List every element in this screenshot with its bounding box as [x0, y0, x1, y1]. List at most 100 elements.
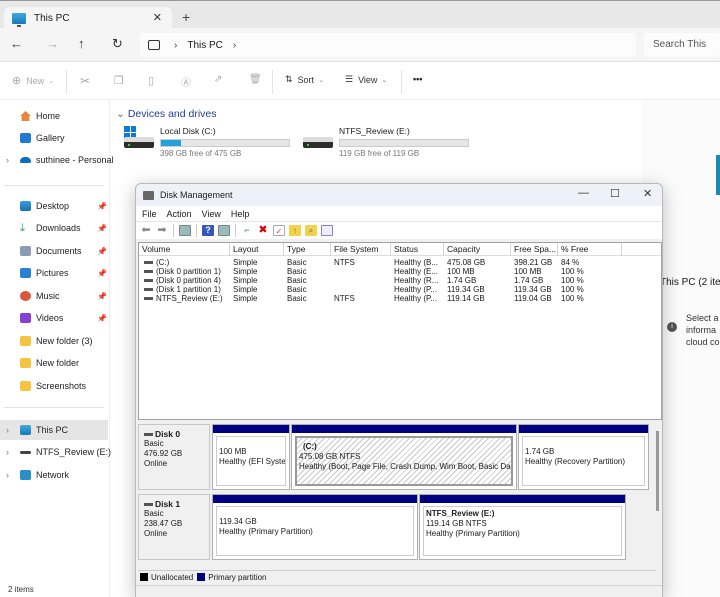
- open-icon[interactable]: ↑: [289, 225, 301, 236]
- share-icon[interactable]: ⇗: [214, 74, 222, 85]
- partition-type-bar: [420, 495, 625, 503]
- chevron-right-icon[interactable]: ›: [6, 155, 9, 165]
- sidebar-item-screenshots[interactable]: Screenshots: [0, 376, 108, 396]
- column-header-status[interactable]: Status: [391, 243, 444, 256]
- pin-icon[interactable]: 📌: [97, 314, 107, 323]
- partition-size: 100 MB: [219, 447, 247, 456]
- chevron-right-icon[interactable]: ›: [6, 447, 9, 457]
- back-arrow-icon[interactable]: ⬅: [140, 225, 152, 236]
- connect-icon[interactable]: ⌐: [241, 225, 253, 236]
- section-devices-and-drives[interactable]: ⌄ Devices and drives: [116, 108, 217, 120]
- sidebar-item-ntfs-review[interactable]: › NTFS_Review (E:): [0, 442, 111, 462]
- pin-icon[interactable]: 📌: [97, 247, 107, 256]
- minimize-button[interactable]: —: [578, 187, 589, 199]
- close-button[interactable]: ✕: [643, 187, 652, 200]
- sidebar-item-music[interactable]: Music 📌: [0, 286, 108, 306]
- column-header-volume[interactable]: Volume: [139, 243, 230, 256]
- sidebar-item-new-folder[interactable]: New folder: [0, 353, 108, 373]
- rename-icon[interactable]: Ⓐ: [181, 74, 191, 89]
- menu-view[interactable]: View: [202, 209, 221, 219]
- sidebar-item-onedrive[interactable]: › suthinee - Personal: [0, 150, 114, 170]
- partition-recovery[interactable]: 1.74 GB Healthy (Recovery Partition): [518, 424, 649, 490]
- refresh-button[interactable]: ↻: [112, 36, 123, 52]
- new-tab-button[interactable]: +: [182, 9, 190, 25]
- pin-icon[interactable]: 📌: [97, 269, 107, 278]
- menu-action[interactable]: Action: [167, 209, 192, 219]
- chevron-right-icon[interactable]: ›: [233, 40, 236, 51]
- close-tab-icon[interactable]: ✕: [153, 11, 162, 24]
- view-button[interactable]: ☰ View ⌄: [345, 74, 387, 85]
- delete-icon[interactable]: 🗑: [249, 74, 262, 85]
- monitor-icon: [148, 40, 160, 50]
- sidebar-item-gallery[interactable]: Gallery: [0, 128, 108, 148]
- volume-row[interactable]: (C:) Simple Basic NTFS Healthy (B... 475.08 G…: [139, 258, 661, 267]
- disk-label[interactable]: Disk 0 Basic 476.92 GB Online: [138, 424, 210, 490]
- sidebar-item-home[interactable]: Home: [0, 106, 108, 126]
- sidebar-item-documents[interactable]: Documents 📌: [0, 241, 108, 261]
- volume-icon: [144, 270, 153, 274]
- sidebar-item-this-pc[interactable]: › This PC: [0, 420, 108, 440]
- list-view-icon[interactable]: [321, 225, 333, 236]
- copy-icon[interactable]: ❐: [114, 74, 124, 87]
- sidebar-item-videos[interactable]: Videos 📌: [0, 308, 108, 328]
- column-header-type[interactable]: Type: [284, 243, 331, 256]
- delete-icon[interactable]: ✖: [257, 225, 269, 236]
- sidebar-item-new-folder-3[interactable]: New folder (3): [0, 331, 108, 351]
- sidebar-item-pictures[interactable]: Pictures 📌: [0, 263, 108, 283]
- sort-button[interactable]: ⇅ Sort ⌄: [285, 74, 324, 85]
- maximize-button[interactable]: ☐: [610, 187, 620, 200]
- explore-icon[interactable]: ⌕: [305, 225, 317, 236]
- address-bar[interactable]: › This PC ›: [140, 33, 636, 57]
- drive-usage-bar: [339, 139, 469, 147]
- breadcrumb-this-pc[interactable]: This PC: [187, 40, 223, 51]
- sidebar-label: Screenshots: [36, 381, 87, 391]
- disk-label[interactable]: Disk 1 Basic 238.47 GB Online: [138, 494, 210, 560]
- menu-file[interactable]: File: [142, 209, 157, 219]
- pin-icon[interactable]: 📌: [97, 224, 107, 233]
- sidebar-item-network[interactable]: › Network: [0, 465, 108, 485]
- search-input[interactable]: Search This PC: [644, 33, 720, 74]
- pin-icon[interactable]: 📌: [97, 292, 107, 301]
- show-hide-console-tree-icon[interactable]: [179, 225, 191, 236]
- drive-ntfs-review-e[interactable]: NTFS_Review (E:) 119 GB free of 119 GB: [303, 125, 483, 165]
- new-button[interactable]: ⊕ New ⌄: [12, 74, 54, 87]
- cut-icon[interactable]: ✂: [80, 74, 90, 88]
- sidebar-item-desktop[interactable]: Desktop 📌: [0, 196, 108, 216]
- pin-icon[interactable]: 📌: [97, 202, 107, 211]
- tab-this-pc[interactable]: This PC ✕: [4, 7, 172, 29]
- menu-help[interactable]: Help: [231, 209, 250, 219]
- partition-efi[interactable]: 100 MB Healthy (EFI Syster: [212, 424, 290, 490]
- back-button[interactable]: ←: [10, 36, 23, 51]
- volume-row[interactable]: (Disk 1 partition 1) Simple Basic Healthy (…: [139, 285, 661, 294]
- properties-icon[interactable]: ✓: [273, 225, 285, 236]
- column-header-layout[interactable]: Layout: [230, 243, 284, 256]
- drive-local-disk-c[interactable]: Local Disk (C:) 398 GB free of 475 GB: [124, 125, 304, 165]
- more-options-button[interactable]: •••: [413, 74, 422, 84]
- column-header-capacity[interactable]: Capacity: [444, 243, 511, 256]
- partition-c[interactable]: (C:) 475.08 GB NTFS Healthy (Boot, Page …: [291, 424, 517, 490]
- vertical-scrollbar[interactable]: [656, 431, 659, 511]
- column-header-free-space[interactable]: Free Spa...: [511, 243, 558, 256]
- disk-name: Disk 1: [155, 499, 181, 509]
- partition-ntfs-review[interactable]: NTFS_Review (E:) 119.14 GB NTFS Healthy …: [419, 494, 626, 560]
- volume-row[interactable]: (Disk 0 partition 4) Simple Basic Healthy (…: [139, 276, 661, 285]
- volume-cell-text: Healthy (R...: [394, 276, 439, 285]
- forward-arrow-icon[interactable]: ➡: [156, 225, 168, 236]
- help-icon[interactable]: ?: [202, 225, 214, 236]
- show-action-pane-icon[interactable]: [218, 225, 230, 236]
- chevron-right-icon[interactable]: ›: [6, 470, 9, 480]
- paste-icon[interactable]: ▯: [148, 74, 154, 87]
- column-header-file-system[interactable]: File System: [331, 243, 391, 256]
- title-bar[interactable]: Disk Management — ☐ ✕: [136, 184, 662, 206]
- volume-cell-text: 475.08 GB: [447, 258, 486, 267]
- chevron-right-icon[interactable]: ›: [6, 425, 9, 435]
- column-header-percent-free[interactable]: % Free: [558, 243, 622, 256]
- volume-row[interactable]: NTFS_Review (E:) Simple Basic NTFS Healthy (…: [139, 294, 661, 303]
- volume-cell: (Disk 0 partition 1): [139, 267, 230, 276]
- sidebar-item-downloads[interactable]: ⤓ Downloads 📌: [0, 218, 108, 238]
- forward-button[interactable]: →: [46, 36, 59, 51]
- legend-label: Unallocated: [151, 572, 194, 582]
- partition-disk1-1[interactable]: 119.34 GB Healthy (Primary Partition): [212, 494, 418, 560]
- volume-row[interactable]: (Disk 0 partition 1) Simple Basic Healthy (…: [139, 267, 661, 276]
- up-button[interactable]: ↑: [78, 36, 85, 51]
